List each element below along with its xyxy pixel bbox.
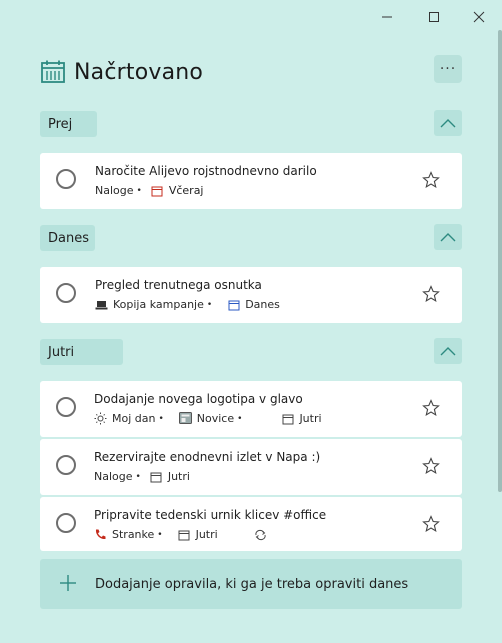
maximize-icon	[429, 12, 439, 22]
calendar-due-icon	[281, 412, 294, 425]
task-title: Dodajanje novega logotipa v glavo	[94, 392, 303, 406]
task-item[interactable]: Dodajanje novega logotipa v glavo Moj da…	[40, 381, 462, 437]
task-list-name: Novice	[196, 412, 235, 425]
repeat-icon	[254, 528, 267, 541]
complete-checkbox[interactable]	[56, 397, 76, 417]
calendar-due-icon	[151, 184, 164, 197]
task-due-date: Jutri	[167, 470, 190, 483]
page-header: Načrtovano	[40, 56, 203, 88]
star-icon[interactable]	[422, 399, 440, 417]
task-meta: Naloge • Včeraj	[95, 184, 204, 197]
star-icon[interactable]	[422, 515, 440, 533]
section-header-tomorrow[interactable]: Jutri	[40, 339, 123, 365]
separator-dot: •	[206, 299, 213, 310]
star-icon[interactable]	[422, 171, 440, 189]
more-options-button[interactable]: ···	[434, 55, 462, 83]
newspaper-icon	[178, 412, 192, 425]
section-header-today[interactable]: Danes	[40, 225, 95, 251]
maximize-button[interactable]	[425, 8, 443, 26]
calendar-due-icon	[150, 470, 163, 483]
complete-checkbox[interactable]	[56, 169, 76, 189]
separator-dot: •	[158, 413, 164, 424]
section-header-earlier[interactable]: Prej	[40, 111, 97, 137]
separator-dot: •	[135, 471, 141, 482]
calendar-due-icon	[227, 298, 240, 311]
task-meta: Kopija kampanje • Danes	[95, 298, 280, 311]
separator-dot: •	[136, 185, 142, 196]
task-due-date: Jutri	[195, 528, 218, 541]
close-button[interactable]	[470, 8, 488, 26]
laptop-icon	[95, 298, 108, 311]
task-list-name: Naloge	[94, 470, 133, 483]
task-title: Pripravite tedenski urnik klicev #office	[94, 508, 327, 522]
plus-icon	[60, 575, 76, 591]
sun-icon	[94, 412, 107, 425]
calendar-icon	[41, 60, 65, 83]
task-title: Naročite Alijevo rojstnodnevno darilo	[95, 164, 317, 178]
complete-checkbox[interactable]	[56, 455, 76, 475]
chevron-up-icon	[440, 233, 456, 242]
phone-icon	[94, 528, 107, 541]
task-item[interactable]: Pripravite tedenski urnik klicev #office…	[40, 497, 462, 551]
add-task-input[interactable]: Dodajanje opravila, ki ga je treba oprav…	[95, 577, 408, 592]
complete-checkbox[interactable]	[56, 513, 76, 533]
chevron-up-icon	[440, 347, 456, 356]
complete-checkbox[interactable]	[56, 283, 76, 303]
minimize-icon	[382, 16, 392, 18]
collapse-earlier-button[interactable]	[434, 110, 462, 136]
scrollbar[interactable]	[498, 30, 502, 492]
collapse-tomorrow-button[interactable]	[434, 338, 462, 364]
task-item[interactable]: Rezervirajte enodnevni izlet v Napa :) N…	[40, 439, 462, 495]
task-meta: Naloge • Jutri	[94, 470, 190, 483]
star-icon[interactable]	[422, 457, 440, 475]
section-label: Prej	[48, 116, 73, 132]
section-label: Jutri	[48, 344, 75, 360]
task-list-name: Naloge	[95, 184, 134, 197]
task-title: Rezervirajte enodnevni izlet v Napa :)	[94, 450, 321, 464]
task-title: Pregled trenutnega osnutka	[95, 278, 262, 292]
task-meta: Stranke • Jutri	[94, 528, 272, 541]
task-item[interactable]: Pregled trenutnega osnutka Kopija kampan…	[40, 267, 462, 323]
task-meta: Moj dan • Novice • Jutri	[94, 412, 322, 425]
task-due-date: Včeraj	[168, 184, 204, 197]
section-label: Danes	[48, 230, 89, 246]
add-task-bar[interactable]: Dodajanje opravila, ki ga je treba oprav…	[40, 559, 462, 609]
chevron-up-icon	[440, 119, 456, 128]
task-list-name: Stranke	[112, 528, 155, 541]
more-icon: ···	[439, 61, 457, 77]
star-icon[interactable]	[422, 285, 440, 303]
title-bar	[0, 0, 502, 34]
minimize-button[interactable]	[378, 8, 396, 26]
task-item[interactable]: Naročite Alijevo rojstnodnevno darilo Na…	[40, 153, 462, 209]
collapse-today-button[interactable]	[434, 224, 462, 250]
my-day-label: Moj dan	[112, 412, 156, 425]
separator-dot: •	[157, 529, 163, 540]
separator-dot: •	[237, 413, 243, 424]
task-due-date: Danes	[245, 298, 280, 311]
task-due-date: Jutri	[299, 412, 322, 425]
task-list-name: Kopija kampanje	[113, 298, 204, 311]
calendar-due-icon	[178, 528, 191, 541]
page-title: Načrtovano	[74, 59, 204, 85]
close-icon	[473, 11, 485, 23]
